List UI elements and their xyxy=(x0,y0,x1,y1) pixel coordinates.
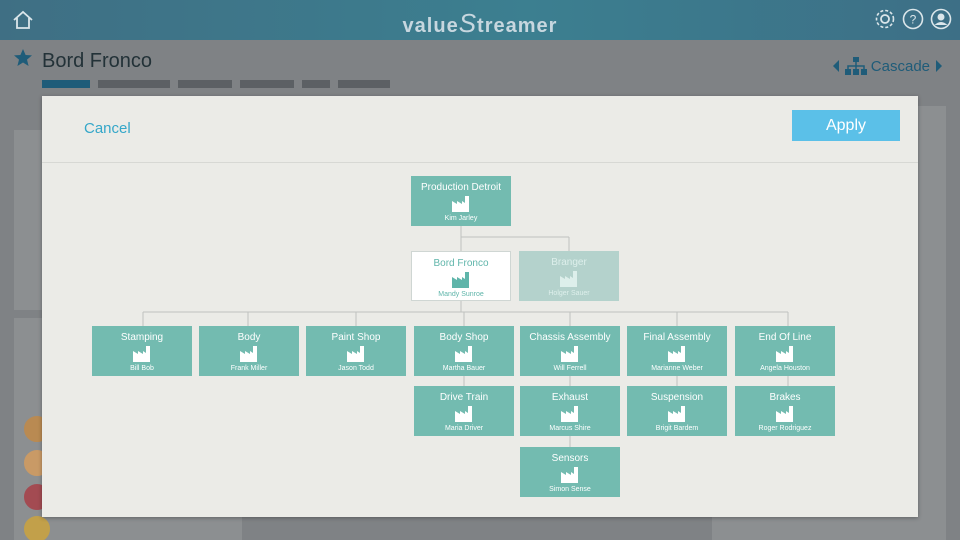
top-icons: ? xyxy=(874,8,952,30)
cascade-control: Cascade xyxy=(831,57,944,75)
tree-node-branger: Branger Holger Sauer xyxy=(519,251,619,301)
tree-node-body[interactable]: Body Frank Miller xyxy=(199,326,299,376)
tree-node-brakes[interactable]: Brakes Roger Rodriguez xyxy=(735,386,835,436)
top-bar: valueStreamer ? xyxy=(0,0,960,40)
tree-node-production-detroit[interactable]: Production Detroit Kim Jarley xyxy=(411,176,511,226)
node-name: Final Assembly xyxy=(643,332,711,343)
hierarchy-icon xyxy=(844,57,867,75)
node-name: Sensors xyxy=(551,453,589,464)
node-name: Bord Fronco xyxy=(433,258,489,269)
cancel-button[interactable]: Cancel xyxy=(84,120,131,137)
tree-node-drive-train[interactable]: Drive Train Maria Driver xyxy=(414,386,514,436)
tree-node-body-shop[interactable]: Body Shop Martha Bauer xyxy=(414,326,514,376)
org-tree-modal: Cancel Apply Production Detroit Kim Jarl… xyxy=(42,96,918,517)
factory-icon xyxy=(240,346,257,362)
node-name: End Of Line xyxy=(758,332,812,343)
factory-icon xyxy=(455,346,472,362)
tree-node-end-of-line[interactable]: End Of Line Angela Houston xyxy=(735,326,835,376)
node-person: Will Ferrell xyxy=(553,365,587,372)
factory-icon xyxy=(347,346,364,362)
tab-bar xyxy=(42,80,390,88)
node-name: Production Detroit xyxy=(420,182,502,193)
tree-node-exhaust[interactable]: Exhaust Marcus Shire xyxy=(520,386,620,436)
node-name: Body Shop xyxy=(439,332,489,343)
factory-icon xyxy=(452,272,469,288)
node-person: Holger Sauer xyxy=(548,290,590,297)
user-icon[interactable] xyxy=(930,8,952,30)
node-person: Maria Driver xyxy=(444,425,484,432)
factory-icon xyxy=(133,346,150,362)
tab-3[interactable] xyxy=(178,80,232,88)
modal-header: Cancel Apply xyxy=(42,96,918,163)
node-person: Marcus Shire xyxy=(549,425,591,432)
node-person: Jason Todd xyxy=(338,365,374,372)
tree-node-suspension[interactable]: Suspension Brigit Bardem xyxy=(627,386,727,436)
node-name: Chassis Assembly xyxy=(529,332,611,343)
node-name: Stamping xyxy=(120,332,164,343)
factory-icon xyxy=(561,346,578,362)
brand-prefix: value xyxy=(402,15,459,37)
brand-logo: valueStreamer xyxy=(0,8,960,39)
factory-icon xyxy=(561,467,578,483)
node-person: Roger Rodriguez xyxy=(758,425,812,432)
tab-5[interactable] xyxy=(302,80,330,88)
node-name: Paint Shop xyxy=(331,332,381,343)
tree-node-chassis-assembly[interactable]: Chassis Assembly Will Ferrell xyxy=(520,326,620,376)
node-person: Bill Bob xyxy=(130,365,154,372)
factory-icon xyxy=(561,406,578,422)
tab-2[interactable] xyxy=(98,80,170,88)
factory-icon xyxy=(452,196,469,212)
node-name: Suspension xyxy=(650,392,704,403)
node-person: Marianne Weber xyxy=(651,365,703,372)
factory-icon xyxy=(560,271,577,287)
cascade-label[interactable]: Cascade xyxy=(871,58,930,75)
node-person: Angela Houston xyxy=(760,365,810,372)
tab-1[interactable] xyxy=(42,80,90,88)
factory-icon xyxy=(455,406,472,422)
svg-text:?: ? xyxy=(910,13,917,27)
tree-node-stamping[interactable]: Stamping Bill Bob xyxy=(92,326,192,376)
gear-icon[interactable] xyxy=(874,8,896,30)
factory-icon xyxy=(668,346,685,362)
tab-4[interactable] xyxy=(240,80,294,88)
node-person: Martha Bauer xyxy=(442,365,486,372)
chevron-right-icon[interactable] xyxy=(934,59,944,73)
help-icon[interactable]: ? xyxy=(902,8,924,30)
brand-suffix: treamer xyxy=(477,15,558,37)
tree-node-final-assembly[interactable]: Final Assembly Marianne Weber xyxy=(627,326,727,376)
node-name: Branger xyxy=(551,257,587,268)
page-title: Bord Fronco xyxy=(42,50,153,72)
node-person: Simon Sense xyxy=(549,486,591,493)
tree-node-bord-fronco[interactable]: Bord Fronco Mandy Sunroe xyxy=(411,251,511,301)
apply-button[interactable]: Apply xyxy=(792,110,900,141)
node-name: Brakes xyxy=(769,392,801,403)
node-person: Brigit Bardem xyxy=(655,425,699,432)
tree-node-sensors[interactable]: Sensors Simon Sense xyxy=(520,447,620,497)
node-person: Frank Miller xyxy=(230,365,268,372)
chevron-left-icon[interactable] xyxy=(831,59,841,73)
brand-s: S xyxy=(458,8,478,38)
node-person: Kim Jarley xyxy=(444,215,478,222)
app-window: valueStreamer ? Bord Fronco Cascade Canc… xyxy=(0,0,960,540)
tree-node-paint-shop[interactable]: Paint Shop Jason Todd xyxy=(306,326,406,376)
org-tree: Production Detroit Kim Jarley Bord Fronc… xyxy=(42,162,918,517)
star-icon[interactable] xyxy=(13,48,33,68)
tab-6[interactable] xyxy=(338,80,390,88)
node-name: Exhaust xyxy=(551,392,589,403)
factory-icon xyxy=(668,406,685,422)
avatar xyxy=(22,514,52,540)
node-name: Drive Train xyxy=(439,392,489,403)
node-name: Body xyxy=(237,332,261,343)
factory-icon xyxy=(776,406,793,422)
factory-icon xyxy=(776,346,793,362)
node-person: Mandy Sunroe xyxy=(438,291,484,298)
